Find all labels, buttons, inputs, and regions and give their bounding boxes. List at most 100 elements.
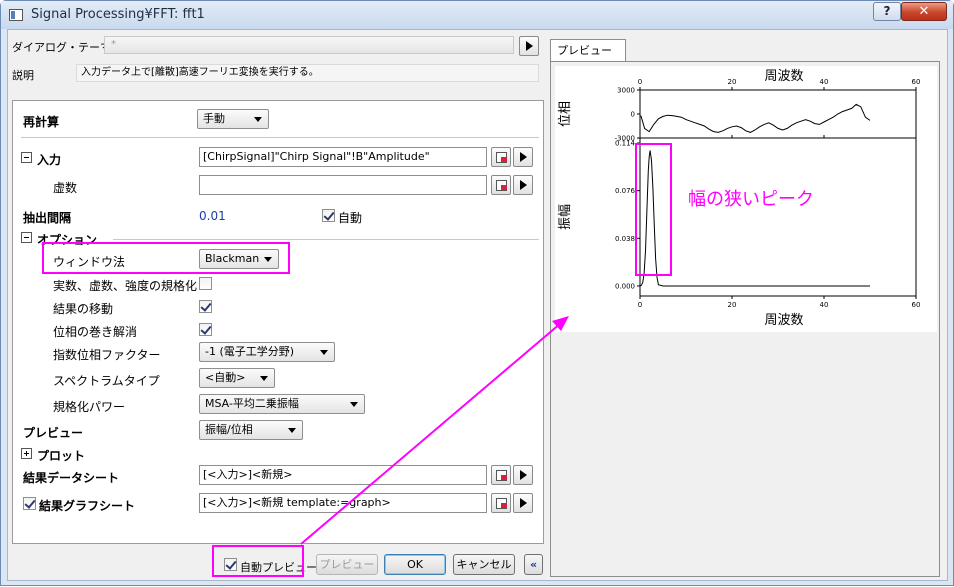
- result-sheet-menu-button[interactable]: [513, 465, 533, 485]
- row-unwrap-phase: 位相の巻き解消: [13, 319, 543, 341]
- amplitude-series-line: [639, 150, 870, 287]
- imaginary-field[interactable]: [199, 175, 487, 195]
- interval-value: 0.01: [199, 209, 226, 223]
- dialog-client: ダイアログ・テーマ(H) * 説明 入力データ上で[離散]高速フーリエ変換を実行…: [7, 29, 948, 581]
- play-arrow-icon: [520, 470, 527, 480]
- range-select-icon[interactable]: [491, 147, 511, 167]
- x-tick-label: 60: [912, 78, 921, 86]
- result-graph-menu-button[interactable]: [513, 493, 533, 513]
- result-sheet-field[interactable]: [<入力>]<新規>: [199, 465, 487, 485]
- imaginary-menu-button[interactable]: [513, 175, 533, 195]
- recalc-combo[interactable]: 手動: [197, 109, 269, 129]
- y-tick-label: 0.076: [615, 187, 636, 195]
- annotation-text: 幅の狭いピーク: [688, 189, 814, 210]
- description-label: 説明: [12, 69, 34, 82]
- play-arrow-icon: [520, 152, 527, 162]
- recalc-value: 手動: [203, 112, 225, 125]
- row-plot: プロット: [13, 443, 543, 465]
- y-tick-label: 0.114: [615, 140, 636, 148]
- amplitude-plot-frame: [639, 137, 917, 297]
- divider: [113, 239, 539, 240]
- normalize-label: 実数、虚数、強度の規格化: [53, 279, 198, 293]
- theme-menu-button[interactable]: [519, 36, 539, 56]
- row-spectrum-type: スペクトラムタイプ <自動>: [13, 368, 543, 390]
- preview-label: プレビュー: [23, 426, 84, 440]
- factor-combo[interactable]: -1 (電子工学分野): [199, 342, 335, 362]
- range-select-icon[interactable]: [491, 175, 511, 195]
- help-button[interactable]: ?: [873, 2, 901, 21]
- imaginary-label: 虚数: [53, 181, 78, 195]
- x-axis-label: 周波数: [764, 313, 803, 328]
- shift-checkbox[interactable]: [199, 300, 212, 313]
- expand-icon[interactable]: [21, 448, 32, 459]
- collapse-icon[interactable]: [21, 232, 32, 243]
- play-arrow-icon: [520, 180, 527, 190]
- tab-preview[interactable]: プレビュー: [550, 39, 626, 62]
- x-tick-label: 0: [638, 301, 642, 309]
- preview-panel: 0 20 40 60 3000 0 -3000 周波数 位相 0 20 40 60 0.114 0.076 0…: [550, 61, 940, 577]
- row-result-sheet: 結果データシート [<入力>]<新規>: [13, 465, 543, 487]
- chevron-down-icon: [260, 376, 268, 381]
- cancel-button[interactable]: キャンセル: [453, 554, 515, 575]
- range-select-icon[interactable]: [491, 493, 511, 513]
- row-imaginary: 虚数: [13, 175, 543, 197]
- power-label: 規格化パワー: [53, 400, 126, 414]
- power-value: MSA-平均二乗振幅: [205, 397, 299, 410]
- chevron-down-icon: [254, 117, 262, 122]
- play-arrow-icon: [526, 41, 533, 51]
- title-bar[interactable]: Signal Processing¥FFT: fft1 ? ✕: [1, 1, 953, 29]
- normalize-checkbox[interactable]: [199, 277, 212, 290]
- plot-label: プロット: [37, 449, 86, 463]
- unwrap-checkbox[interactable]: [199, 323, 212, 336]
- dialog-window: Signal Processing¥FFT: fft1 ? ✕ ダイアログ・テー…: [0, 0, 954, 586]
- result-graph-checkbox[interactable]: [23, 497, 36, 510]
- chart-title: 周波数: [764, 69, 803, 84]
- x-tick-label: 40: [820, 301, 829, 309]
- collapse-icon[interactable]: [21, 152, 32, 163]
- play-arrow-icon: [520, 498, 527, 508]
- theme-combo[interactable]: *: [104, 36, 514, 54]
- factor-value: -1 (電子工学分野): [205, 345, 295, 358]
- y-tick-label: 0.000: [615, 282, 635, 290]
- preview-combo[interactable]: 振幅/位相: [199, 420, 303, 440]
- result-graph-label: 結果グラフシート: [39, 499, 136, 513]
- ok-button[interactable]: OK: [384, 554, 446, 575]
- row-phase-factor: 指数位相ファクター -1 (電子工学分野): [13, 342, 543, 364]
- highlight-box: [42, 242, 290, 274]
- preview-graph: 0 20 40 60 3000 0 -3000 周波数 位相 0 20 40 60 0.114 0.076 0…: [555, 66, 937, 332]
- x-tick-label: 20: [728, 301, 737, 309]
- fft-chart: 0 20 40 6030000-3000周波数位相0 20 40 600.1140.0760…: [558, 69, 921, 328]
- preview-button[interactable]: プレビュー: [316, 554, 378, 575]
- row-sampling-interval: 抽出間隔 0.01 自動: [13, 205, 543, 227]
- x-tick-label: 0: [638, 78, 642, 86]
- chevron-down-icon: [350, 402, 358, 407]
- y-tick-label: 0.038: [615, 235, 635, 243]
- result-sheet-label: 結果データシート: [23, 471, 120, 485]
- chevron-down-icon: [320, 350, 328, 355]
- input-menu-button[interactable]: [513, 147, 533, 167]
- row-normalize: 実数、虚数、強度の規格化: [13, 273, 543, 295]
- highlight-box: [212, 545, 304, 577]
- phase-series-line: [640, 103, 871, 133]
- spectrum-combo[interactable]: <自動>: [199, 368, 275, 388]
- x-tick-label: 40: [820, 78, 829, 86]
- phase-plot-frame: [639, 89, 917, 139]
- amplitude-ylabel: 振幅: [558, 204, 573, 230]
- result-graph-field[interactable]: [<入力>]<新規 template:=graph>: [199, 493, 487, 513]
- range-select-icon[interactable]: [491, 465, 511, 485]
- recalc-label: 再計算: [23, 115, 60, 129]
- x-tick-label: 20: [728, 78, 737, 86]
- spectrum-label: スペクトラムタイプ: [53, 374, 160, 388]
- input-field[interactable]: [ChirpSignal]"Chirp Signal"!B"Amplitude": [199, 147, 487, 167]
- input-label: 入力: [37, 153, 62, 167]
- row-recalculate: 再計算 手動: [13, 109, 543, 131]
- window-title: Signal Processing¥FFT: fft1: [31, 7, 205, 22]
- interval-auto-checkbox[interactable]: [322, 209, 335, 222]
- y-tick-label: 0: [631, 111, 635, 119]
- window-icon: [9, 9, 23, 21]
- collapse-panel-button[interactable]: «: [524, 554, 543, 575]
- power-combo[interactable]: MSA-平均二乗振幅: [199, 394, 365, 414]
- row-preview: プレビュー 振幅/位相: [13, 420, 543, 442]
- close-button[interactable]: ✕: [901, 2, 947, 21]
- settings-tree: 再計算 手動 入力 [ChirpSignal]"Chirp Signal"!B"…: [12, 100, 544, 544]
